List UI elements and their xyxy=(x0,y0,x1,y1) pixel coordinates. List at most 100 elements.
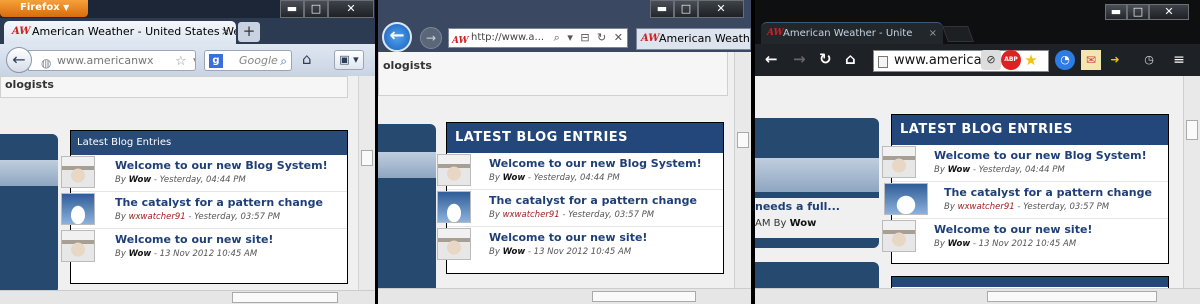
firefox-navbar: ◍ www.americanwx ☆ ▼ ↻ ← g Google ⌕ ⌂ ▣ … xyxy=(0,44,375,76)
scroll-thumb[interactable] xyxy=(987,291,1157,302)
blog-entry-author[interactable]: Wow xyxy=(129,249,152,259)
vertical-scrollbar[interactable] xyxy=(734,52,751,288)
adblock-icon[interactable]: ABP xyxy=(1001,50,1021,70)
chrome-tab-american-weather[interactable]: AW American Weather - Unite × xyxy=(761,22,943,44)
blog-entry-title[interactable]: The catalyst for a pattern change xyxy=(489,194,697,207)
back-button[interactable]: ← xyxy=(6,47,32,73)
site-favicon-icon: AW xyxy=(12,26,31,37)
bookmark-star-icon[interactable]: ☆ xyxy=(175,52,187,70)
new-tab-button[interactable]: + xyxy=(238,22,260,42)
firefox-tab-american-weather[interactable]: AW American Weather - United States Weat… xyxy=(4,21,236,44)
vertical-scrollbar[interactable] xyxy=(358,76,375,290)
tab-title: American Weath xyxy=(659,32,750,45)
scroll-thumb[interactable] xyxy=(592,291,696,302)
avatar[interactable] xyxy=(437,154,471,186)
maximize-button[interactable]: □ xyxy=(1127,4,1149,20)
blog-entry-author[interactable]: Wow xyxy=(503,173,526,183)
blog-entry-title[interactable]: Welcome to our new Blog System! xyxy=(115,159,328,172)
left-panel-article: needs a full... AM By Wow xyxy=(755,198,879,238)
extension-icon[interactable]: ◔ xyxy=(1055,50,1075,70)
minimize-button[interactable]: ▬ xyxy=(650,0,674,18)
ie-window: ▬ □ ✕ ← → AW http://www.a... ⌕ ▾ ⊟ ↻ ✕ A… xyxy=(378,0,751,304)
article-title-partial[interactable]: needs a full... xyxy=(755,200,840,213)
blog-entry-author[interactable]: Wow xyxy=(948,239,971,249)
bookmarks-menu-button[interactable]: ▣ ▾ xyxy=(334,50,364,70)
horizontal-scrollbar[interactable] xyxy=(378,288,751,304)
mail-icon[interactable]: ✉ xyxy=(1081,50,1101,70)
arrow-extension-icon[interactable]: ➜ xyxy=(1105,50,1125,70)
blog-entries-box: Latest Blog Entries Welcome to our new B… xyxy=(61,130,348,284)
scroll-thumb[interactable] xyxy=(361,150,373,166)
scroll-thumb[interactable] xyxy=(737,132,749,148)
clock-icon[interactable]: ◷ xyxy=(1139,50,1159,70)
bookmark-star-icon[interactable]: ★ xyxy=(1021,50,1041,70)
chrome-navbar: ← → ↻ ⌂ www.americar ⊘ ABP ★ ◔ ✉ ➜ ◷ ≡ xyxy=(755,44,1200,76)
tab-close-icon[interactable]: × xyxy=(221,21,230,43)
blog-entry-author[interactable]: wxwatcher91 xyxy=(958,202,1015,212)
blog-entry-author[interactable]: wxwatcher91 xyxy=(503,210,560,220)
forward-button[interactable]: → xyxy=(420,27,442,49)
forward-arrow-icon[interactable]: → xyxy=(793,50,806,68)
avatar[interactable] xyxy=(61,156,95,188)
url-text: http://www.a... xyxy=(471,32,545,43)
article-author[interactable]: Wow xyxy=(790,218,817,229)
close-window-button[interactable]: ✕ xyxy=(328,0,374,18)
bookmarks-icon: ▣ ▾ xyxy=(339,53,359,66)
blog-entry-title[interactable]: Welcome to our new Blog System! xyxy=(934,149,1147,162)
blog-entry-title[interactable]: The catalyst for a pattern change xyxy=(115,196,323,209)
home-icon[interactable]: ⌂ xyxy=(845,50,856,68)
blog-entry-title[interactable]: Welcome to our new site! xyxy=(934,223,1092,236)
url-actions-icon[interactable]: ⌕ ▾ ⊟ ↻ ✕ xyxy=(554,29,625,47)
blog-entry-title[interactable]: Welcome to our new site! xyxy=(489,231,647,244)
search-box[interactable]: g Google ⌕ xyxy=(204,50,292,71)
url-bar[interactable]: AW http://www.a... ⌕ ▾ ⊟ ↻ ✕ xyxy=(448,28,628,48)
vertical-scrollbar[interactable] xyxy=(1183,76,1200,288)
blog-entries-box: LATEST BLOG ENTRIES Welcome to our new B… xyxy=(882,114,1169,264)
left-panel-highlight xyxy=(378,152,436,178)
avatar[interactable] xyxy=(61,230,95,262)
maximize-button[interactable]: □ xyxy=(304,0,328,18)
avatar[interactable] xyxy=(61,193,95,225)
blog-entry-author[interactable]: Wow xyxy=(948,165,971,175)
blog-entry-title[interactable]: The catalyst for a pattern change xyxy=(944,186,1152,199)
minimize-button[interactable]: ▬ xyxy=(1105,4,1127,20)
avatar[interactable] xyxy=(437,228,471,260)
blocked-icon[interactable]: ⊘ xyxy=(981,50,1001,70)
forward-arrow-icon: → xyxy=(425,31,437,45)
avatar[interactable] xyxy=(884,183,928,215)
url-bar[interactable]: ◍ www.americanwx ☆ ▼ ↻ xyxy=(28,50,196,71)
blog-entry: The catalyst for a pattern change By wxw… xyxy=(61,192,347,229)
new-tab-button[interactable] xyxy=(942,26,974,42)
back-arrow-icon: ← xyxy=(389,25,405,46)
avatar[interactable] xyxy=(882,146,916,178)
blog-entry-meta: By Wow - 13 Nov 2012 10:45 AM xyxy=(489,247,632,257)
avatar[interactable] xyxy=(882,220,916,252)
back-arrow-icon[interactable]: ← xyxy=(765,50,778,68)
home-icon[interactable]: ⌂ xyxy=(302,50,312,68)
close-window-button[interactable]: ✕ xyxy=(1149,4,1189,20)
firefox-menu-label: Firefox xyxy=(20,2,60,13)
blog-entry-meta: By Wow - 13 Nov 2012 10:45 AM xyxy=(934,239,1077,249)
menu-icon[interactable]: ≡ xyxy=(1169,50,1189,70)
blog-entry-title[interactable]: Welcome to our new site! xyxy=(115,233,273,246)
url-dropdown-icon[interactable]: ▼ xyxy=(193,53,195,70)
scroll-thumb[interactable] xyxy=(232,292,338,303)
blog-entry-title[interactable]: Welcome to our new Blog System! xyxy=(489,157,702,170)
horizontal-scrollbar[interactable] xyxy=(0,290,375,304)
back-button[interactable]: ← xyxy=(382,22,412,52)
scroll-thumb[interactable] xyxy=(1186,120,1198,140)
horizontal-scrollbar[interactable] xyxy=(755,288,1200,304)
avatar[interactable] xyxy=(437,191,471,223)
search-icon[interactable]: ⌕ xyxy=(280,52,287,70)
ie-tab-american-weather[interactable]: AW American Weath xyxy=(636,28,751,50)
close-window-button[interactable]: ✕ xyxy=(698,0,744,18)
tab-close-icon[interactable]: × xyxy=(929,23,937,44)
blog-entry-author[interactable]: Wow xyxy=(129,175,152,185)
blog-entry-author[interactable]: wxwatcher91 xyxy=(129,212,186,222)
tab-title: American Weather - United States Weat... xyxy=(32,25,236,38)
reload-icon[interactable]: ↻ xyxy=(819,50,832,68)
minimize-button[interactable]: ▬ xyxy=(280,0,304,18)
maximize-button[interactable]: □ xyxy=(674,0,698,18)
firefox-menu-button[interactable]: Firefox ▼ xyxy=(0,0,88,17)
blog-entry-author[interactable]: Wow xyxy=(503,247,526,257)
